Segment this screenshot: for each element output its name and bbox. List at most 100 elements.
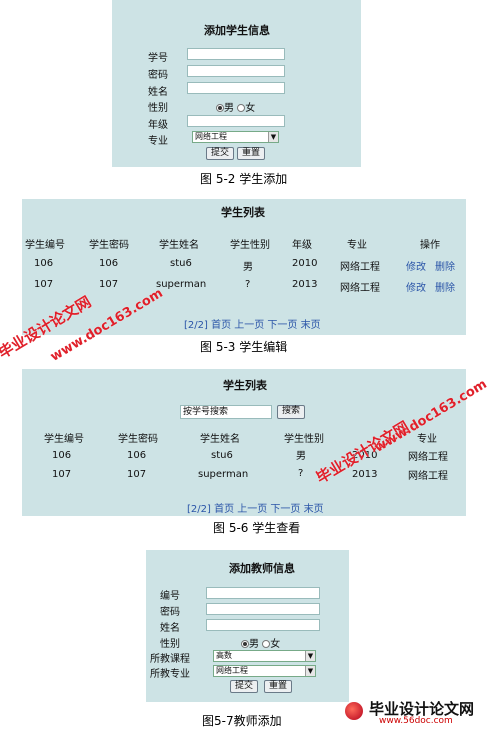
name-input[interactable] (206, 619, 320, 631)
student-id-input[interactable] (187, 48, 285, 60)
gender-female-radio[interactable] (262, 640, 271, 648)
label-gender: 性别 (148, 103, 168, 114)
edit-link[interactable]: 修改 (406, 258, 426, 273)
label-teacher-id: 编号 (160, 591, 180, 602)
label-gender: 性别 (160, 639, 180, 650)
header-gender: 学生性别 (284, 434, 324, 445)
form-title: 添加学生信息 (204, 24, 270, 37)
label-course: 所教课程 (150, 654, 190, 665)
course-select-value: 高数 (216, 651, 232, 660)
gender-radio-group: 男 女 (216, 99, 255, 114)
header-major: 专业 (417, 434, 437, 445)
cell: 107 (52, 469, 72, 480)
password-input[interactable] (187, 65, 285, 77)
list-title: 学生列表 (223, 379, 267, 392)
header-grade: 年级 (292, 240, 312, 251)
cell: 106 (99, 258, 119, 269)
label-student-id: 学号 (148, 53, 168, 64)
figure-caption-5-2: 图 5-2 学生添加 (200, 172, 288, 186)
gender-male-radio[interactable] (216, 104, 224, 112)
gender-female-label: 女 (270, 639, 281, 650)
grade-input[interactable] (187, 115, 285, 127)
label-grade: 年级 (148, 120, 168, 131)
cell: 2013 (292, 279, 318, 290)
cell: 网络工程 (340, 283, 380, 294)
cell: 106 (34, 258, 54, 269)
label-major: 专业 (148, 136, 168, 147)
label-major: 所教专业 (150, 669, 190, 680)
cell: 网络工程 (408, 452, 448, 463)
teacher-add-form-panel: 添加教师信息 编号 密码 姓名 性别 所教课程 所教专业 男 女 高数 ▼ 网络… (146, 550, 349, 702)
name-input[interactable] (187, 82, 285, 94)
header-password: 学生密码 (89, 240, 129, 251)
pagination[interactable]: [2/2] 首页 上一页 下一页 末页 (187, 500, 324, 515)
cell: 106 (52, 450, 72, 461)
form-title: 添加教师信息 (229, 562, 295, 575)
major-select-value: 网络工程 (195, 132, 227, 141)
header-gender: 学生性别 (230, 240, 270, 251)
header-password: 学生密码 (118, 434, 158, 445)
header-major: 专业 (347, 240, 367, 251)
cell: 2010 (292, 258, 318, 269)
gender-radio-group: 男 女 (241, 635, 280, 650)
delete-link[interactable]: 删除 (435, 258, 455, 273)
cell: superman (198, 469, 249, 480)
submit-button[interactable]: 提交 (230, 680, 259, 693)
header-student-id: 学生编号 (44, 434, 84, 445)
list-title: 学生列表 (221, 206, 265, 219)
search-button[interactable]: 搜索 (277, 405, 306, 419)
label-password: 密码 (160, 607, 180, 618)
label-name: 姓名 (148, 87, 168, 98)
cell: 2013 (352, 469, 378, 480)
cell: 107 (127, 469, 147, 480)
gender-female-label: 女 (245, 103, 256, 114)
logo-url: www.56doc.com (379, 716, 453, 726)
cell: stu6 (211, 450, 233, 461)
search-input[interactable]: 按学号搜索 (180, 405, 272, 419)
label-password: 密码 (148, 70, 168, 81)
cell: 男 (243, 262, 253, 273)
teacher-id-input[interactable] (206, 587, 320, 599)
cell: stu6 (170, 258, 192, 269)
submit-button[interactable]: 提交 (206, 147, 235, 160)
student-add-form-panel: 添加学生信息 学号 密码 姓名 性别 年级 专业 男 女 网络工程 ▼ 提交 重… (112, 0, 361, 167)
figure-caption-5-7: 图5-7教师添加 (202, 714, 282, 728)
cell: ? (245, 279, 251, 290)
gender-male-label: 男 (249, 639, 259, 650)
header-actions: 操作 (420, 240, 440, 251)
cell: 网络工程 (408, 471, 448, 482)
major-select-value: 网络工程 (216, 666, 248, 675)
gender-female-radio[interactable] (237, 104, 246, 112)
cell: 男 (296, 451, 306, 462)
cell: 106 (127, 450, 147, 461)
chevron-down-icon: ▼ (268, 132, 278, 142)
cell: superman (156, 279, 207, 290)
cell: 网络工程 (340, 262, 380, 273)
delete-link[interactable]: 删除 (435, 279, 455, 294)
label-name: 姓名 (160, 623, 180, 634)
header-name: 学生姓名 (200, 434, 240, 445)
logo-icon (345, 702, 363, 720)
header-name: 学生姓名 (159, 240, 199, 251)
major-select[interactable]: 网络工程 ▼ (213, 665, 316, 677)
course-select[interactable]: 高数 ▼ (213, 650, 316, 662)
search-placeholder: 按学号搜索 (183, 407, 229, 417)
student-edit-list-panel: 学生列表 学生编号 学生密码 学生姓名 学生性别 年级 专业 操作 106 10… (22, 199, 466, 335)
chevron-down-icon: ▼ (305, 666, 315, 676)
cell: 107 (99, 279, 119, 290)
figure-caption-5-6: 图 5-6 学生查看 (213, 521, 301, 535)
pagination[interactable]: [2/2] 首页 上一页 下一页 末页 (184, 316, 321, 331)
reset-button[interactable]: 重置 (264, 680, 293, 693)
edit-link[interactable]: 修改 (406, 279, 426, 294)
cell: ? (298, 468, 304, 479)
gender-male-radio[interactable] (241, 640, 249, 648)
header-student-id: 学生编号 (25, 240, 65, 251)
reset-button[interactable]: 重置 (237, 147, 266, 160)
cell: 107 (34, 279, 54, 290)
figure-caption-5-3: 图 5-3 学生编辑 (200, 340, 288, 354)
gender-male-label: 男 (224, 103, 234, 114)
site-logo: 毕业设计论文网 www.56doc.com (345, 698, 495, 728)
chevron-down-icon: ▼ (305, 651, 315, 661)
major-select[interactable]: 网络工程 ▼ (192, 131, 279, 143)
password-input[interactable] (206, 603, 320, 615)
